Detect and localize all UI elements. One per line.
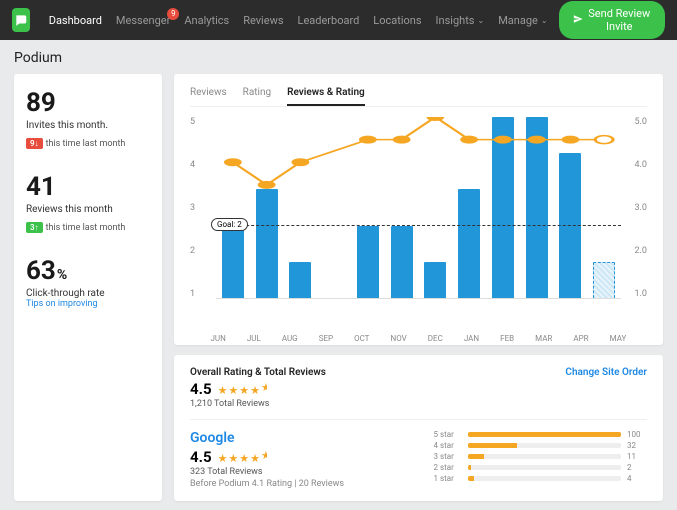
nav-leaderboard[interactable]: Leaderboard: [291, 14, 367, 27]
bar-MAR[interactable]: [526, 117, 548, 298]
bar-NOV[interactable]: [391, 226, 413, 298]
chart-card: Reviews Rating Reviews & Rating 54321 Goal…: [174, 74, 663, 345]
rating-distribution: 5 star100 4 star32 3 star11 2 star2 1 star4: [434, 430, 648, 489]
nav-dashboard[interactable]: Dashboard: [42, 14, 109, 27]
bar-MAY[interactable]: [593, 262, 615, 298]
tab-reviews-rating[interactable]: Reviews & Rating: [287, 84, 365, 106]
tips-link[interactable]: Tips on improving: [26, 299, 150, 309]
cta-label: Send Review Invite: [588, 7, 651, 33]
provider-google[interactable]: Google: [190, 430, 404, 446]
tab-rating[interactable]: Rating: [243, 84, 271, 106]
bar-AUG[interactable]: [289, 262, 311, 298]
star-rating-icon: ★★★★★: [218, 381, 267, 397]
bar-JUN[interactable]: [222, 226, 244, 298]
y-axis-left: 54321: [190, 117, 212, 317]
send-review-invite-button[interactable]: Send Review Invite: [559, 1, 665, 39]
tab-reviews[interactable]: Reviews: [190, 84, 227, 106]
change-site-order-link[interactable]: Change Site Order: [565, 367, 647, 378]
dist-row: 5 star100: [434, 430, 648, 439]
nav-insights[interactable]: Insights⌄: [429, 14, 492, 27]
dist-row: 4 star32: [434, 441, 648, 450]
bar-DEC[interactable]: [424, 262, 446, 298]
nav-messenger[interactable]: Messenger9: [109, 14, 177, 27]
stat-ctr: 63% Click-through rate Tips on improving: [26, 256, 150, 309]
bar-JUL[interactable]: [256, 189, 278, 298]
page-title: Podium: [0, 40, 677, 74]
dist-row: 3 star11: [434, 452, 648, 461]
reviews-summary-card: Overall Rating & Total Reviews 4.5 ★★★★★…: [174, 355, 663, 501]
dist-row: 2 star2: [434, 463, 648, 472]
x-axis: JUNJULAUGSEPOCTNOVDECJANFEBMARAPRMAY: [200, 331, 637, 345]
podium-logo: [12, 8, 30, 32]
nav-reviews[interactable]: Reviews: [236, 14, 290, 27]
paper-plane-icon: [573, 14, 583, 27]
bar-JAN[interactable]: [458, 189, 480, 298]
y-axis-right: 5.04.03.02.01.0: [625, 117, 647, 317]
trend-up-badge: 3↑: [26, 222, 43, 233]
dist-row: 1 star4: [434, 474, 648, 483]
chart-tabs: Reviews Rating Reviews & Rating: [190, 84, 647, 107]
nav-analytics[interactable]: Analytics: [177, 14, 236, 27]
stats-sidebar: 89 Invites this month. 9↓ this time last…: [14, 74, 162, 501]
trend-down-badge: 9↓: [26, 138, 43, 149]
goal-label: Goal: 2: [211, 218, 248, 231]
chevron-down-icon: ⌄: [477, 16, 484, 25]
stat-invites: 89 Invites this month. 9↓ this time last…: [26, 88, 150, 150]
bar-FEB[interactable]: [492, 117, 514, 298]
nav-manage[interactable]: Manage⌄: [491, 14, 554, 27]
chart-plot: Goal: 2: [216, 117, 621, 299]
nav-locations[interactable]: Locations: [366, 14, 428, 27]
top-nav: DashboardMessenger9AnalyticsReviewsLeade…: [0, 0, 677, 40]
chevron-down-icon: ⌄: [541, 16, 548, 25]
star-rating-icon: ★★★★★: [218, 449, 267, 465]
bar-OCT[interactable]: [357, 226, 379, 298]
stat-reviews: 41 Reviews this month 3↑ this time last …: [26, 172, 150, 234]
